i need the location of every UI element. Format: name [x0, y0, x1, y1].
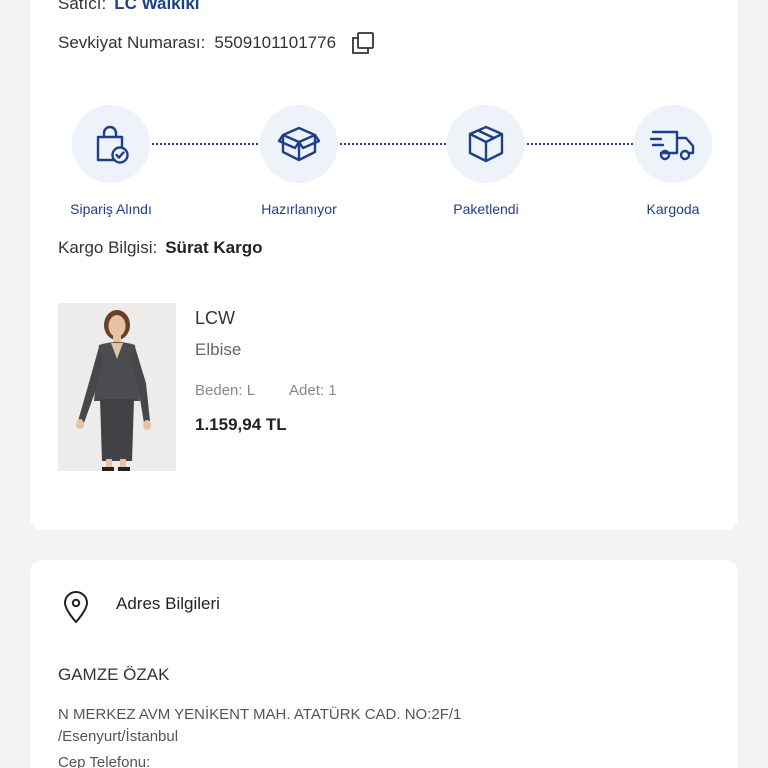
quantity-label: Adet:: [289, 382, 325, 399]
shopping-bag-check-icon: [72, 105, 150, 183]
recipient-name: GAMZE ÖZAK: [58, 665, 170, 684]
product-quantity: Adet: 1: [289, 382, 337, 399]
step-order-received: Sipariş Alındı: [51, 105, 171, 217]
cargo-row: Kargo Bilgisi: Sürat Kargo: [58, 238, 263, 258]
shipment-row: Sevkiyat Numarası: 5509101101776: [58, 30, 376, 56]
address-line-2: /Esenyurt/İstanbul: [58, 728, 179, 745]
cargo-company: Sürat Kargo: [165, 238, 263, 257]
package-icon: [447, 105, 525, 183]
delivery-truck-icon: [634, 105, 712, 183]
step-preparing: Hazırlanıyor: [239, 105, 359, 217]
size-label: Beden:: [195, 382, 243, 399]
address-line-1: N MERKEZ AVM YENİKENT MAH. ATATÜRK CAD. …: [58, 706, 462, 723]
step-label: Sipariş Alındı: [70, 201, 152, 217]
copy-icon[interactable]: [350, 30, 376, 56]
step-label: Hazırlanıyor: [261, 201, 337, 217]
seller-link[interactable]: LC Waikiki: [114, 0, 199, 13]
product-image[interactable]: [58, 303, 176, 471]
step-packed: Paketlendi: [426, 105, 546, 217]
product-size: Beden: L: [195, 382, 255, 399]
seller-row: Satıcı: LC Waikiki: [58, 0, 200, 14]
open-box-icon: [260, 105, 338, 183]
phone-label: Cep Telefonu:: [58, 754, 151, 768]
seller-label: Satıcı:: [58, 0, 107, 13]
shipment-number: 5509101101776: [214, 33, 337, 52]
step-in-cargo: Kargoda: [613, 105, 733, 217]
product-name[interactable]: Elbise: [195, 340, 241, 360]
order-card: Satıcı: LC Waikiki Sevkiyat Numarası: 550…: [30, 0, 738, 530]
address-text: N MERKEZ AVM YENİKENT MAH. ATATÜRK CAD. …: [58, 704, 518, 748]
address-card: Adres Bilgileri GAMZE ÖZAK N MERKEZ AVM …: [30, 560, 738, 768]
step-label: Kargoda: [646, 201, 700, 217]
step-label: Paketlendi: [453, 201, 519, 217]
cargo-label: Kargo Bilgisi:: [58, 238, 158, 257]
product-brand: LCW: [195, 308, 235, 328]
location-pin-icon: [62, 590, 90, 624]
size-value: L: [246, 382, 256, 399]
product-price: 1.159,94 TL: [195, 415, 287, 434]
shipment-label: Sevkiyat Numarası:: [58, 33, 206, 52]
address-section-title: Adres Bilgileri: [116, 594, 220, 613]
quantity-value: 1: [328, 382, 337, 399]
